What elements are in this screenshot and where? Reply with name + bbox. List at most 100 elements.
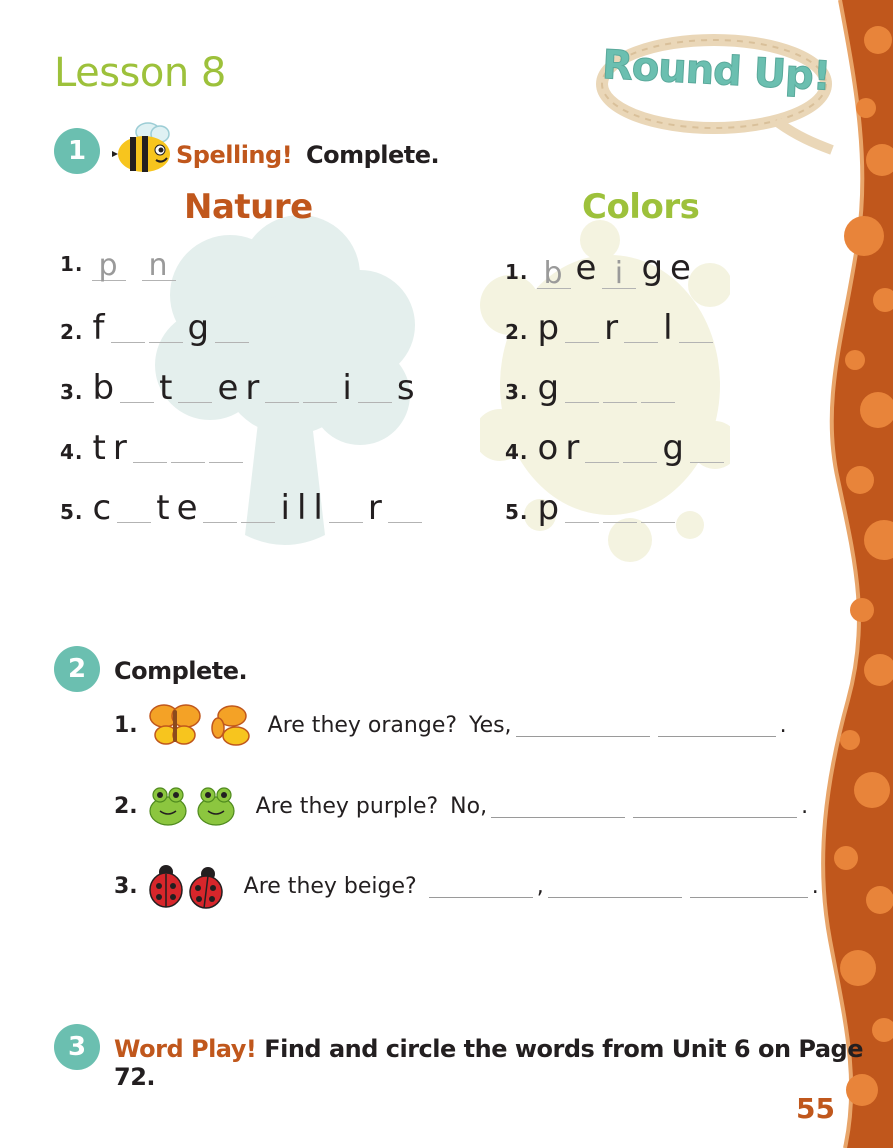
letter-blank[interactable] (215, 314, 250, 343)
letter: l (296, 488, 308, 528)
letter: g (187, 308, 211, 348)
section-number-3: 3 (54, 1024, 100, 1070)
letter-blank[interactable]: b (536, 259, 571, 289)
sentence-end: . (801, 793, 809, 819)
letter-blank[interactable] (678, 314, 713, 343)
answer-blank[interactable] (689, 875, 808, 898)
letter: r (565, 428, 581, 468)
item-number: 3. (60, 380, 84, 404)
letter-blank[interactable] (357, 374, 392, 403)
sentence-end: . (811, 873, 819, 899)
nature-item-4: 4. t r (60, 428, 245, 468)
letter-blank[interactable] (624, 314, 659, 343)
letter-blank[interactable] (641, 494, 676, 523)
section-number-2: 2 (54, 646, 100, 692)
letter-blank[interactable] (565, 314, 600, 343)
colors-item-3: 3. g (505, 368, 677, 408)
section1-instruction: Complete. (306, 141, 440, 169)
letter: r (367, 488, 383, 528)
frog-icon (149, 787, 235, 826)
letter: e (217, 368, 240, 408)
letter: r (604, 308, 620, 348)
sentence-end: . (779, 712, 787, 738)
colors-item-4: 4. o r g (505, 428, 726, 468)
letter-blank[interactable] (148, 314, 183, 343)
section2-instruction: Complete. (114, 657, 248, 685)
item-number: 5. (505, 500, 529, 524)
letter: l (313, 488, 324, 528)
letter: p (537, 308, 561, 348)
letter-blank[interactable]: i (602, 259, 637, 289)
spelling-label: Spelling! (176, 141, 293, 169)
letter: s (396, 368, 416, 408)
letter-blank[interactable] (110, 314, 145, 343)
answer-start: Yes, (469, 712, 512, 738)
letter: f (92, 308, 106, 348)
item-number: 5. (60, 500, 84, 524)
letter-blank[interactable] (585, 434, 620, 463)
question-number: 1. (114, 712, 138, 738)
nature-heading: Nature (184, 187, 313, 227)
answer-blank[interactable] (547, 875, 682, 898)
letter-blank[interactable] (265, 374, 300, 403)
letter-blank[interactable]: n (141, 251, 176, 281)
letter-blank[interactable] (565, 374, 600, 403)
letter-blank[interactable] (132, 434, 167, 463)
colors-item-1: 1. b e i g e (505, 248, 695, 289)
answer-blank[interactable] (633, 795, 798, 818)
section-number-1: 1 (54, 128, 100, 174)
item-number: 2. (60, 320, 84, 344)
letter: t (92, 428, 107, 468)
letter-blank[interactable] (178, 374, 213, 403)
question-number: 2. (114, 793, 138, 819)
letter: g (662, 428, 685, 468)
butterfly-icon (148, 704, 250, 746)
answer-blank[interactable] (515, 714, 650, 737)
letter-blank[interactable] (303, 374, 338, 403)
item-number: 4. (60, 440, 84, 464)
colors-item-5: 5. p (505, 488, 677, 528)
item-number: 3. (505, 380, 529, 404)
letter-blank[interactable] (208, 434, 243, 463)
letter-blank[interactable]: p (91, 251, 126, 281)
letter: t (156, 488, 171, 528)
question-text: Are they beige? (243, 873, 417, 899)
question-number: 3. (114, 873, 138, 899)
lesson-title: Lesson 8 (54, 50, 226, 96)
letter-blank[interactable] (603, 494, 638, 523)
letter-blank[interactable] (689, 434, 724, 463)
letter-blank[interactable] (565, 494, 600, 523)
round-up-badge: Round Up! (596, 26, 836, 156)
letter-blank[interactable] (603, 374, 638, 403)
word-play-label: Word Play! (114, 1035, 257, 1063)
letter: b (92, 368, 116, 408)
letter-blank[interactable] (623, 434, 658, 463)
letter: g (537, 368, 561, 408)
letter-blank[interactable] (203, 494, 238, 523)
letter-blank[interactable] (387, 494, 422, 523)
letter-blank[interactable] (328, 494, 363, 523)
letter-blank[interactable] (120, 374, 155, 403)
letter: e (670, 248, 692, 288)
letter: g (641, 248, 665, 288)
bee-icon (112, 122, 170, 172)
letter: i (342, 368, 353, 408)
nature-item-1: 1. p n (60, 248, 190, 281)
letter: e (176, 488, 199, 528)
question-text: Are they orange? (267, 712, 458, 738)
letter-blank[interactable] (641, 374, 676, 403)
comma: , (536, 873, 544, 899)
answer-start: No, (450, 793, 488, 819)
letter-blank[interactable] (170, 434, 205, 463)
letter: r (245, 368, 261, 408)
answer-blank[interactable] (491, 795, 626, 818)
letter-blank[interactable] (117, 494, 152, 523)
question-row-1: 1. Are they orange? Yes, . (114, 702, 787, 748)
letter-blank[interactable] (241, 494, 276, 523)
letter: p (537, 488, 561, 528)
colors-item-2: 2. p r l (505, 308, 715, 348)
answer-blank[interactable] (428, 875, 533, 898)
letter: t (159, 368, 174, 408)
letter: e (575, 248, 598, 288)
answer-blank[interactable] (657, 714, 776, 737)
